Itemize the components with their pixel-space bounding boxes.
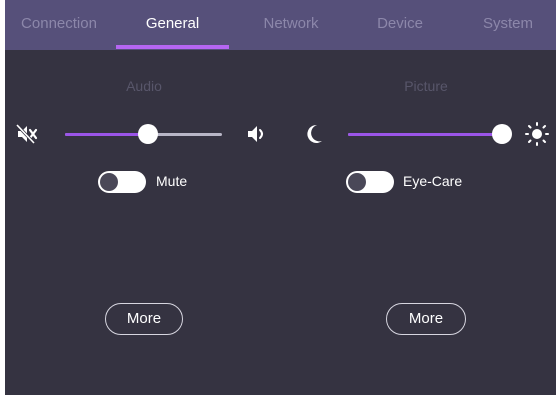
eye-care-toggle-knob — [348, 173, 366, 191]
sun-icon — [525, 122, 549, 151]
mute-toggle[interactable] — [98, 171, 146, 193]
volume-slider-fill — [65, 133, 149, 136]
tab-general[interactable]: General — [116, 0, 229, 50]
brightness-slider[interactable] — [348, 124, 512, 144]
settings-screen: Connection General Network Device System… — [5, 0, 556, 395]
tab-system[interactable]: System — [460, 0, 556, 50]
volume-slider-thumb[interactable] — [138, 124, 159, 144]
speaker-loud-icon — [247, 125, 267, 148]
picture-section-title: Picture — [404, 78, 448, 94]
speaker-muted-icon — [15, 123, 38, 149]
audio-section-title: Audio — [126, 78, 162, 94]
brightness-slider-thumb[interactable] — [492, 124, 512, 144]
tab-connection[interactable]: Connection — [5, 0, 113, 50]
active-tab-indicator — [116, 45, 229, 49]
tab-device[interactable]: Device — [351, 0, 449, 50]
mute-toggle-knob — [100, 173, 118, 191]
eye-care-label: Eye-Care — [403, 173, 463, 189]
tab-network[interactable]: Network — [238, 0, 344, 50]
moon-icon — [304, 123, 324, 150]
audio-more-button[interactable]: More — [105, 303, 183, 335]
volume-slider[interactable] — [65, 124, 222, 144]
mute-label: Mute — [156, 173, 188, 189]
brightness-slider-fill — [348, 133, 504, 136]
picture-more-button[interactable]: More — [386, 303, 466, 335]
eye-care-toggle[interactable] — [346, 171, 394, 193]
tab-bar: Connection General Network Device System — [5, 0, 556, 50]
